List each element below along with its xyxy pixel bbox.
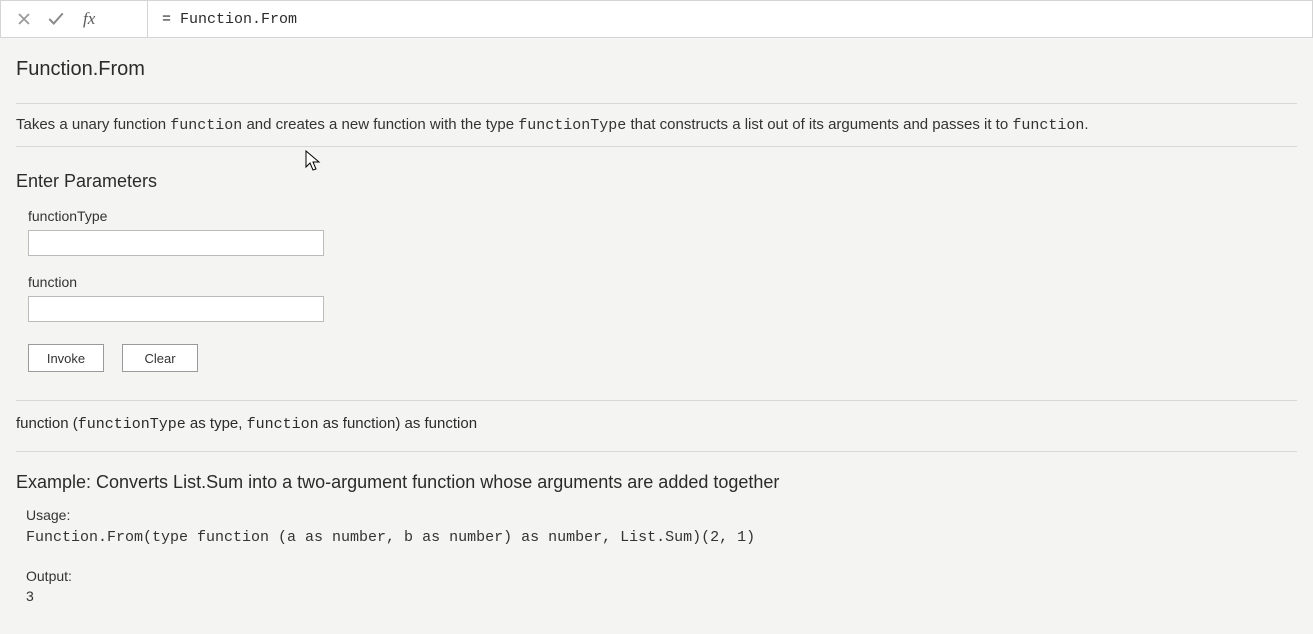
button-row: Invoke Clear — [28, 344, 1297, 372]
sig-text: function ( — [16, 415, 78, 432]
formula-bar-controls: fx — [1, 1, 148, 37]
desc-code: function — [170, 117, 242, 134]
clear-button[interactable]: Clear — [122, 344, 198, 372]
desc-text: that constructs a list out of its argume… — [626, 116, 1012, 133]
example-body: Usage: Function.From(type function (a as… — [26, 507, 1297, 604]
desc-text: Takes a unary function — [16, 116, 170, 133]
param-label-function: function — [28, 274, 1297, 290]
desc-code: function — [1012, 117, 1084, 134]
desc-text: and creates a new function with the type — [242, 116, 518, 133]
function-signature: function (functionType as type, function… — [16, 400, 1297, 452]
confirm-icon[interactable] — [47, 10, 65, 28]
param-input-function[interactable] — [28, 296, 324, 322]
content-area: Function.From Takes a unary function fun… — [0, 38, 1313, 634]
output-value: 3 — [26, 588, 1297, 604]
formula-bar: fx — [0, 0, 1313, 38]
function-title: Function.From — [16, 58, 1297, 81]
invoke-button[interactable]: Invoke — [28, 344, 104, 372]
formula-input[interactable] — [148, 1, 1312, 37]
desc-code: functionType — [518, 117, 626, 134]
parameter-group: functionType function — [28, 208, 1297, 340]
output-label: Output: — [26, 568, 1297, 584]
sig-code: function — [247, 416, 319, 433]
sig-code: functionType — [78, 416, 186, 433]
fx-icon[interactable]: fx — [83, 9, 95, 29]
cancel-icon[interactable] — [15, 10, 33, 28]
sig-text: as function) as function — [319, 415, 477, 432]
sig-text: as type, — [186, 415, 247, 432]
function-description: Takes a unary function function and crea… — [16, 103, 1297, 147]
param-label-functiontype: functionType — [28, 208, 1297, 224]
enter-parameters-heading: Enter Parameters — [16, 171, 1297, 192]
param-input-functiontype[interactable] — [28, 230, 324, 256]
usage-code: Function.From(type function (a as number… — [26, 529, 1297, 546]
desc-text: . — [1084, 116, 1088, 133]
example-heading: Example: Converts List.Sum into a two-ar… — [16, 472, 1297, 493]
usage-label: Usage: — [26, 507, 1297, 523]
